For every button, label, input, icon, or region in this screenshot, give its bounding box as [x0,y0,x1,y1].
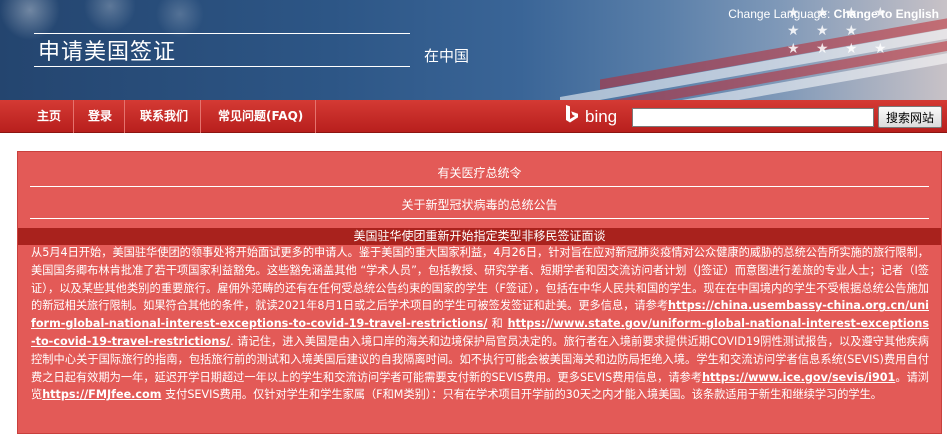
notice-link-covid-proclamation[interactable]: 关于新型冠状病毒的总统公告 [30,196,929,213]
nav-item-login[interactable]: 登录 [76,100,126,133]
change-to-english-link[interactable]: Change to English [834,7,939,21]
nav-item-faq[interactable]: 常见问题(FAQ) [206,100,317,133]
divider [30,186,929,187]
change-language: Change Language: Change to English [728,7,939,21]
notice-headline[interactable]: 美国驻华使团重新开始指定类型非移民签证面谈 [18,228,941,245]
header-banner: ★ ★ ★ ★ ★ ★ ★ ★ ★ ★ ★ 申请美国签证 在中国 Change La… [0,0,947,100]
notice-body-text: 和 [487,317,508,331]
notice-panel: 有关医疗总统令 关于新型冠状病毒的总统公告 美国驻华使团重新开始指定类型非移民签… [17,151,942,434]
bing-logo: bing [565,105,617,127]
title-rule-bottom [34,66,410,67]
ice-sevis-link[interactable]: https://www.ice.gov/sevis/i901 [702,371,895,384]
notice-link-medical[interactable]: 有关医疗总统令 [30,164,929,181]
nav-item-home[interactable]: 主页 [25,100,75,133]
site-title: 申请美国签证 [38,40,177,65]
notice-body: 从5月4日开始，美国驻华使团的领事处将开始面试更多的申请人。鉴于美国的重大国家利… [31,244,929,404]
notice-body-text: 支付SEVIS费用。仅针对学生和学生家属（F和M类别）：只有在学术项目开学前的3… [161,388,882,402]
page-root: ★ ★ ★ ★ ★ ★ ★ ★ ★ ★ ★ 申请美国签证 在中国 Change La… [0,0,947,434]
nav-item-contact[interactable]: 联系我们 [128,100,202,133]
site-subtitle: 在中国 [424,47,470,65]
bing-icon [566,105,578,123]
search-input[interactable] [632,108,874,127]
change-language-label: Change Language: [728,7,831,21]
search-site-button[interactable]: 搜索网站 [878,106,942,128]
fmjfee-link[interactable]: https://FMJfee.com [42,388,161,401]
bing-label: bing [585,107,618,126]
divider [30,218,929,219]
